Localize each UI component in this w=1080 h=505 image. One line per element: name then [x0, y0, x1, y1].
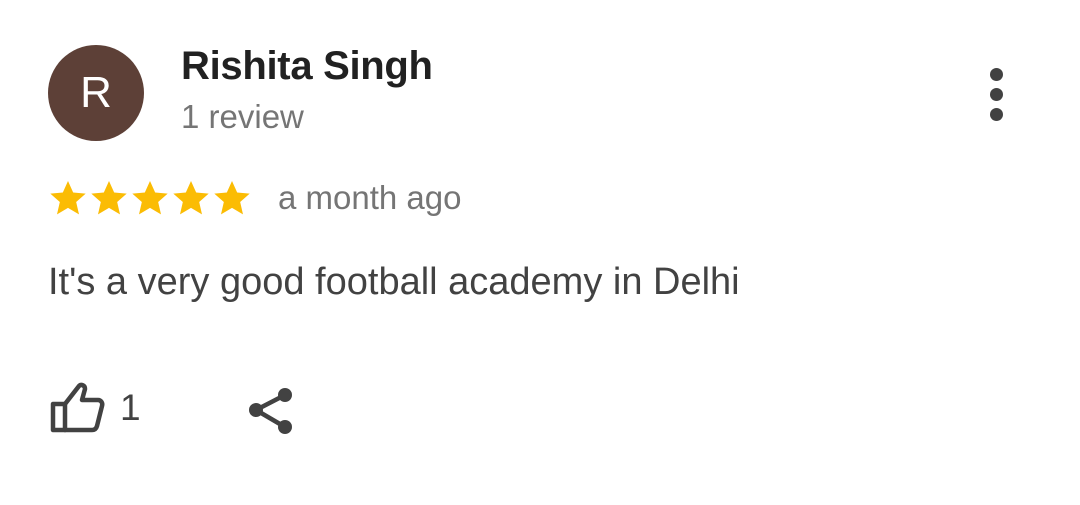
more-options-button[interactable]: [966, 64, 1026, 124]
share-button[interactable]: [240, 380, 300, 440]
review-card: R Rishita Singh 1 review a month ago It'…: [0, 0, 1080, 505]
reviewer-review-count: 1 review: [181, 98, 304, 135]
reviewer-name[interactable]: Rishita Singh: [181, 44, 433, 89]
star-icon: [214, 181, 250, 215]
more-vert-icon: [989, 67, 1003, 81]
more-vert-icon-dot: [989, 87, 1003, 101]
star-rating: [48, 178, 252, 218]
rating-row: a month ago: [48, 176, 461, 220]
avatar-initial: R: [80, 68, 112, 117]
star-icon: [91, 181, 127, 215]
star-icon: [50, 181, 86, 215]
star-icon: [173, 181, 209, 215]
review-date: a month ago: [278, 179, 462, 216]
avatar[interactable]: R: [48, 45, 144, 141]
review-text: It's a very good football academy in Del…: [48, 261, 740, 303]
thumb-up-outline-icon: [50, 382, 105, 433]
star-icon: [132, 181, 168, 215]
like-count: 1: [120, 387, 141, 428]
like-button[interactable]: 1: [48, 380, 141, 436]
share-icon: [249, 388, 292, 434]
more-vert-icon-dot: [989, 107, 1003, 121]
